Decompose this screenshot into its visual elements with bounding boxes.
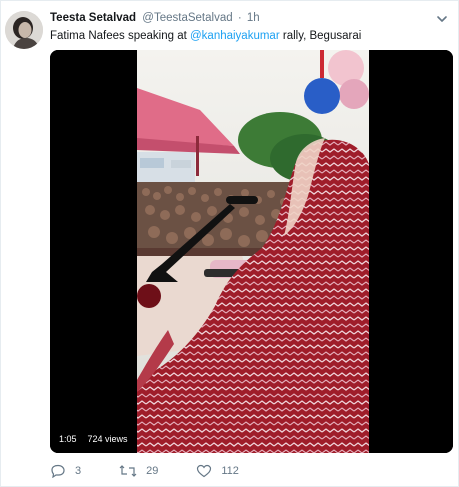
- timestamp[interactable]: 1h: [247, 12, 260, 24]
- tweet-actions: 3 29 112: [50, 463, 277, 479]
- retweet-icon: [119, 465, 137, 477]
- retweet-count: 29: [146, 465, 159, 477]
- reply-button[interactable]: 3: [50, 464, 81, 478]
- tweet-text-after: rally, Begusarai: [279, 30, 362, 42]
- video-frame: [50, 50, 453, 453]
- tweet-text: Fatima Nafees speaking at @kanhaiyakumar…: [50, 29, 361, 43]
- video-views: 724 views: [83, 432, 132, 447]
- video-player[interactable]: 1:05 724 views: [50, 50, 453, 453]
- heart-icon: [197, 464, 212, 478]
- like-count: 112: [221, 465, 239, 477]
- separator-dot: ·: [237, 12, 242, 24]
- display-name[interactable]: Teesta Setalvad: [50, 12, 136, 24]
- video-duration: 1:05: [55, 432, 81, 447]
- user-handle[interactable]: @TeestaSetalvad: [142, 12, 232, 24]
- tweet-card[interactable]: Teesta Setalvad @TeestaSetalvad · 1h Fat…: [0, 0, 459, 487]
- video-badges: 1:05 724 views: [55, 432, 132, 447]
- retweet-button[interactable]: 29: [119, 464, 158, 478]
- reply-icon: [51, 464, 65, 478]
- like-button[interactable]: 112: [196, 464, 239, 478]
- mention-link[interactable]: @kanhaiyakumar: [190, 30, 280, 42]
- avatar[interactable]: [5, 11, 43, 49]
- reply-count: 3: [75, 465, 82, 477]
- chevron-down-icon[interactable]: [436, 14, 448, 24]
- tweet-header: Teesta Setalvad @TeestaSetalvad · 1h: [50, 11, 260, 25]
- tweet-text-before: Fatima Nafees speaking at: [50, 30, 190, 42]
- avatar-image: [5, 11, 43, 49]
